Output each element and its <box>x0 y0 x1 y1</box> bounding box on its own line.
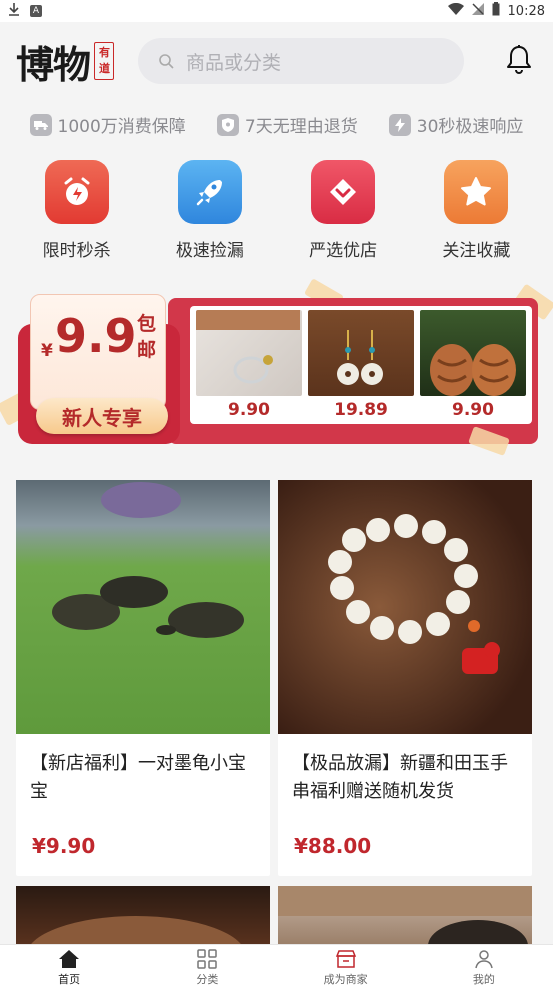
header: 博物 有道 商品或分类 <box>0 22 553 100</box>
nav-label: 成为商家 <box>323 973 368 986</box>
logo-text: 博物 <box>16 41 91 87</box>
earrings-image <box>308 310 414 396</box>
store-icon <box>335 950 356 968</box>
search-input[interactable]: 商品或分类 <box>138 38 465 84</box>
nav-label: 我的 <box>472 973 495 986</box>
promo-banner[interactable]: 9.90 19.89 9.90 ¥ 9.9 包邮 新人专享 <box>0 278 553 456</box>
quick-menu-label: 极速捡漏 <box>175 241 244 261</box>
ring-image <box>196 310 302 396</box>
star-icon <box>444 160 509 224</box>
search-icon <box>159 54 174 69</box>
quick-menu-label: 限时秒杀 <box>42 241 111 261</box>
product-card[interactable]: 【极品放漏】新疆和田玉手串福利赠送随机发货 ¥88.00 <box>278 480 532 876</box>
app-notification-icon: A <box>30 5 42 17</box>
home-icon <box>59 950 80 968</box>
nav-label: 分类 <box>196 973 219 986</box>
guarantee-item: 7天无理由退货 <box>216 112 358 137</box>
notification-bell-icon[interactable] <box>505 44 533 78</box>
jade-bracelet-image <box>278 480 532 734</box>
nav-home[interactable]: 首页 <box>0 945 138 991</box>
quick-menu-label: 关注收藏 <box>442 241 511 261</box>
logo-seal: 有道 <box>94 42 115 80</box>
product-title: 【新店福利】一对墨龟小宝宝 <box>30 753 246 802</box>
promo-item-price: 19.89 <box>334 400 388 420</box>
guarantee-strip: 1000万消费保障 7天无理由退货 30秒极速响应 <box>0 112 553 137</box>
battery-icon <box>492 2 500 20</box>
quick-menu-fast-deal[interactable]: 极速捡漏 <box>155 160 265 261</box>
guarantee-item: 1000万消费保障 <box>29 112 186 137</box>
alarm-clock-icon <box>44 160 109 224</box>
product-price: ¥9.90 <box>32 834 96 858</box>
product-grid: 【新店福利】一对墨龟小宝宝 ¥9.90 【极品放漏】新疆和田玉手串福利赠送随机发… <box>16 480 532 876</box>
promo-item[interactable]: 9.90 <box>420 310 526 420</box>
promo-items: 9.90 19.89 9.90 <box>190 306 532 424</box>
no-signal-icon <box>471 3 484 19</box>
quick-menu-favorites[interactable]: 关注收藏 <box>421 160 531 261</box>
app-logo: 博物 有道 <box>16 34 115 89</box>
search-placeholder: 商品或分类 <box>186 51 282 74</box>
product-card[interactable]: 【新店福利】一对墨龟小宝宝 ¥9.90 <box>16 480 270 876</box>
promo-currency: ¥ <box>41 341 53 361</box>
nav-category[interactable]: 分类 <box>138 945 276 991</box>
promo-amount: 9.9 <box>55 309 137 363</box>
wifi-icon <box>447 2 464 19</box>
shield-icon <box>216 113 239 136</box>
nav-mine[interactable]: 我的 <box>415 945 553 991</box>
product-title: 【极品放漏】新疆和田玉手串福利赠送随机发货 <box>292 753 508 802</box>
promo-item[interactable]: 19.89 <box>308 310 414 420</box>
guarantee-label: 7天无理由退货 <box>244 117 358 137</box>
quick-menu-selected-shops[interactable]: 严选优店 <box>288 160 398 261</box>
quick-menu: 限时秒杀 极速捡漏 严选优店 关注收藏 <box>0 160 553 261</box>
nav-label: 首页 <box>58 973 81 986</box>
promo-item-price: 9.90 <box>452 400 494 420</box>
nav-become-merchant[interactable]: 成为商家 <box>277 945 415 991</box>
truck-icon <box>29 113 52 136</box>
promo-coupon-card: ¥ 9.9 包邮 <box>30 294 166 410</box>
promo-item-price: 9.90 <box>228 400 270 420</box>
clock-time: 10:28 <box>507 3 545 19</box>
guarantee-label: 30秒极速响应 <box>416 117 524 137</box>
rocket-icon <box>177 160 242 224</box>
lightning-icon <box>388 113 411 136</box>
user-icon <box>475 950 493 969</box>
turtle-image <box>16 480 270 734</box>
grid-icon <box>197 949 218 969</box>
guarantee-item: 30秒极速响应 <box>388 112 524 137</box>
promo-suffix: 包邮 <box>137 313 157 361</box>
walnut-image <box>420 310 526 396</box>
diamond-icon <box>311 160 376 224</box>
product-price: ¥88.00 <box>294 834 372 858</box>
guarantee-label: 1000万消费保障 <box>57 117 186 137</box>
newcomer-button[interactable]: 新人专享 <box>36 398 168 434</box>
status-bar: A 10:28 <box>0 0 553 22</box>
quick-menu-flash-sale[interactable]: 限时秒杀 <box>22 160 132 261</box>
download-icon <box>8 2 20 20</box>
bottom-nav: 首页 分类 成为商家 我的 <box>0 944 553 991</box>
quick-menu-label: 严选优店 <box>309 241 378 261</box>
promo-item[interactable]: 9.90 <box>196 310 302 420</box>
